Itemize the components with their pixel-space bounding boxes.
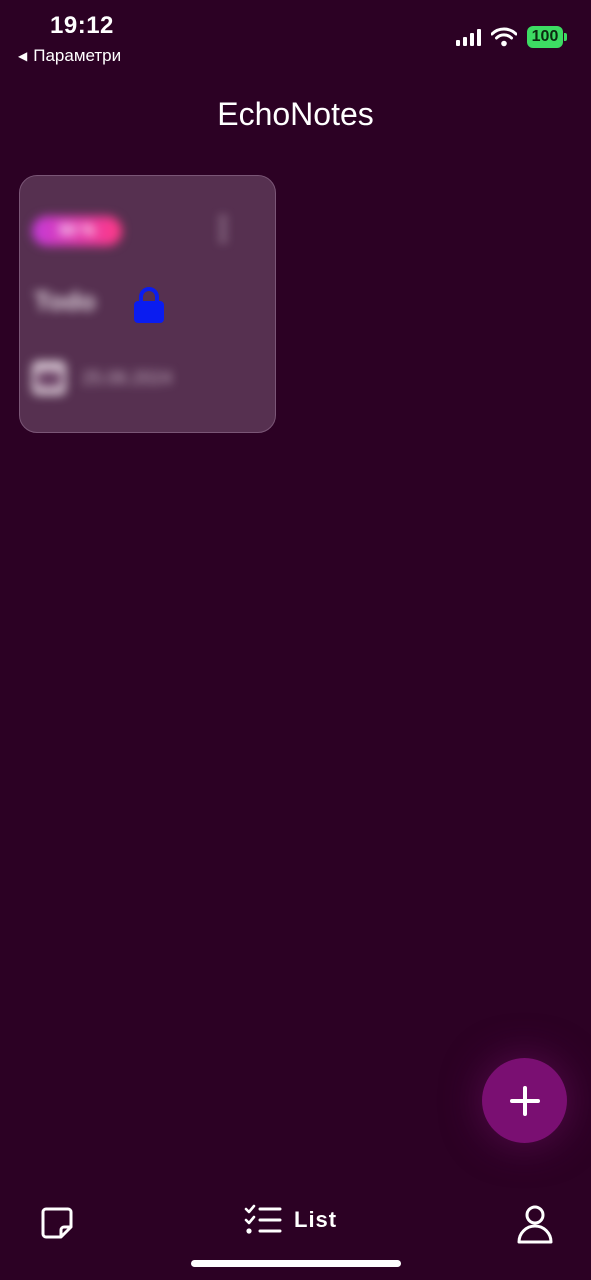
back-to-settings-link[interactable]: ◀ Параметри <box>18 46 121 66</box>
lock-icon <box>134 287 164 323</box>
plus-icon <box>509 1085 540 1116</box>
tab-list[interactable]: List <box>244 1204 337 1236</box>
more-options-icon[interactable] <box>220 216 226 242</box>
signal-icon <box>456 28 481 46</box>
note-title: Todo <box>34 286 96 316</box>
progress-badge: 50 % <box>32 216 122 246</box>
back-triangle-icon: ◀ <box>18 49 28 63</box>
wifi-icon <box>491 27 517 47</box>
calendar-icon <box>32 361 66 395</box>
home-indicator <box>191 1260 401 1267</box>
sticky-note-icon[interactable] <box>40 1206 74 1240</box>
app-title: EchoNotes <box>217 96 374 132</box>
tab-list-label: List <box>294 1207 338 1232</box>
battery-indicator: 100 <box>527 26 567 48</box>
note-card[interactable]: 50 % Todo 25.06.2024 <box>19 175 276 433</box>
status-time: 19:12 <box>50 12 114 39</box>
note-date: 25.06.2024 <box>82 368 173 388</box>
back-label: Параметри <box>33 46 122 65</box>
add-note-button[interactable] <box>482 1058 567 1143</box>
checklist-icon <box>244 1204 282 1234</box>
status-indicators: 100 <box>456 26 567 48</box>
user-icon[interactable] <box>516 1204 554 1244</box>
